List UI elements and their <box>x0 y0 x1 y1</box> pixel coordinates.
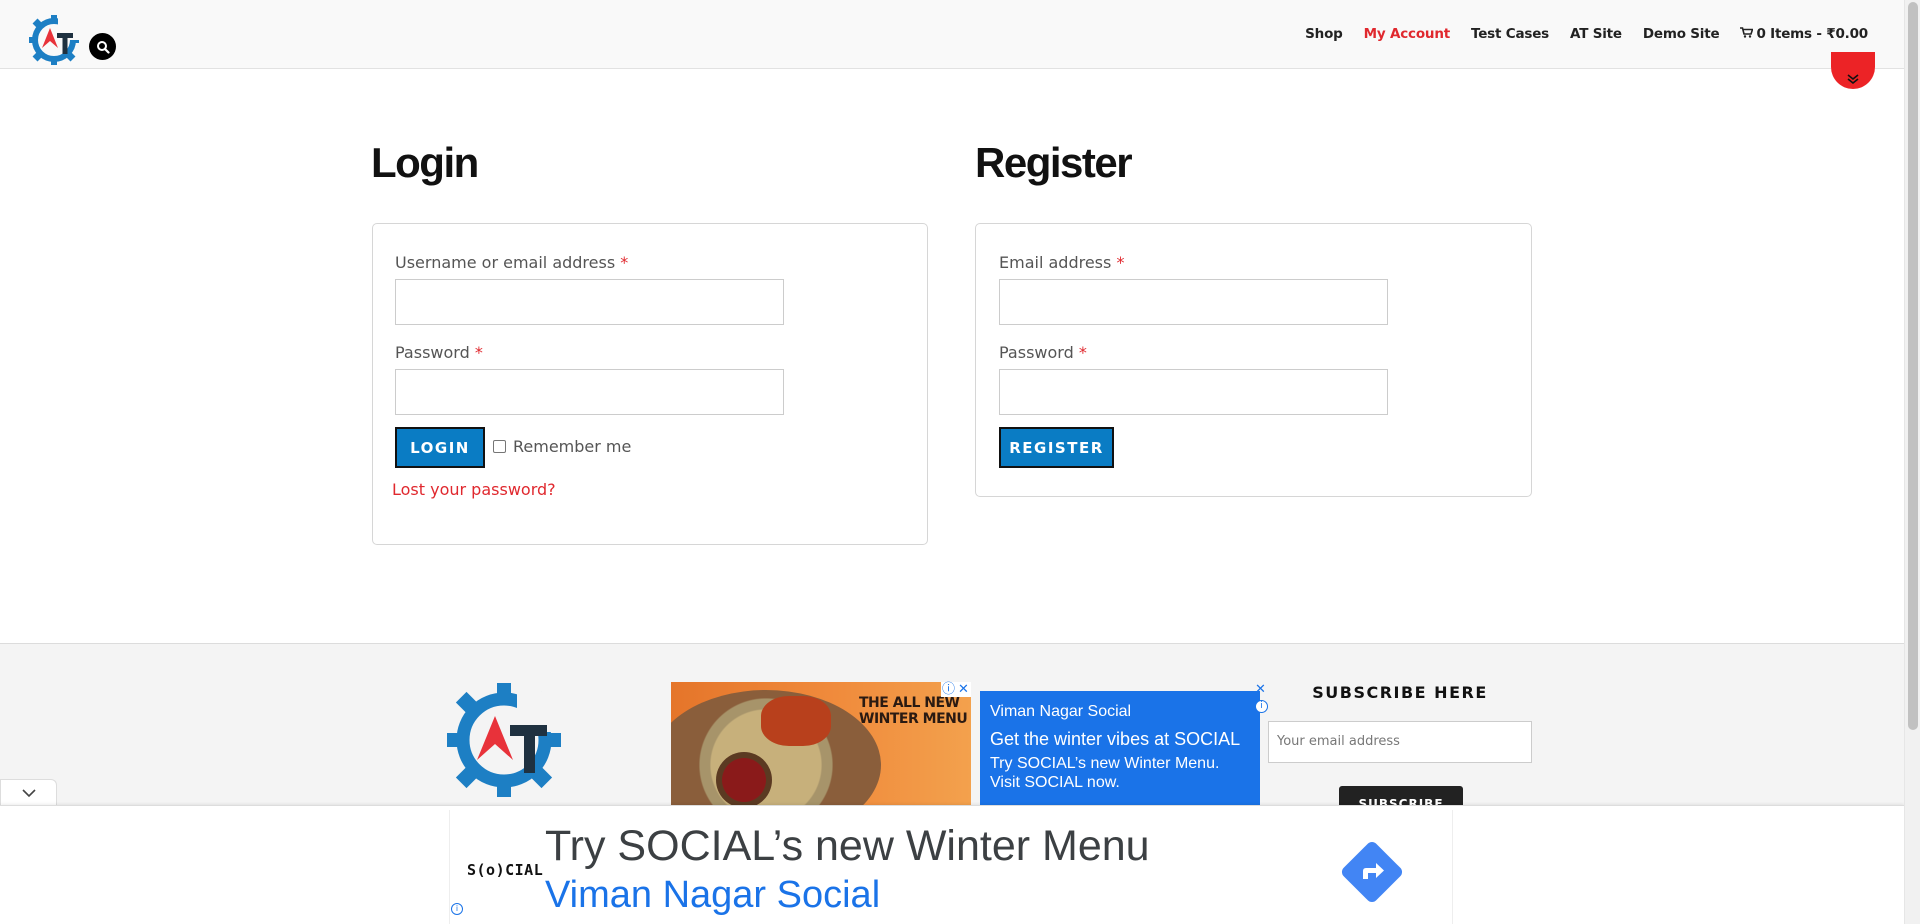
sticky-ad-subtitle[interactable]: Viman Nagar Social <box>545 874 880 917</box>
subscribe-email-input[interactable]: Your email address <box>1268 721 1532 763</box>
register-email-label: Email address * <box>999 253 1125 272</box>
required-mark: * <box>474 343 483 362</box>
food-ad-banner[interactable]: THE ALL NEW WINTER MENU <box>671 682 971 807</box>
directions-icon <box>1363 863 1384 879</box>
login-username-label: Username or email address * <box>395 253 629 272</box>
ad-close-icon[interactable]: ✕ <box>1253 682 1268 697</box>
login-title: Login <box>371 139 479 186</box>
nav-demo-site[interactable]: Demo Site <box>1643 26 1720 42</box>
required-mark: * <box>1116 253 1125 272</box>
nav-my-account[interactable]: My Account <box>1364 26 1451 42</box>
login-password-input[interactable] <box>395 369 784 415</box>
footer-logo <box>447 683 562 797</box>
register-title: Register <box>975 139 1133 186</box>
social-brand-logo: S(o)CIAL <box>467 861 544 879</box>
site-logo[interactable] <box>28 14 80 66</box>
lost-password-link[interactable]: Lost your password? <box>392 480 556 499</box>
sticky-ad-toggle[interactable] <box>0 779 57 806</box>
ad-info-icon[interactable]: i <box>1255 700 1268 713</box>
scrollbar-thumb[interactable] <box>1908 2 1918 730</box>
sticky-ad-headline[interactable]: Try SOCIAL’s new Winter Menu <box>545 822 1150 871</box>
main-nav: Shop My Account Test Cases AT Site Demo … <box>1305 26 1868 42</box>
food-bowl-image <box>716 752 772 807</box>
social-text-ad[interactable]: Viman Nagar Social Get the winter vibes … <box>980 691 1260 807</box>
cart-label: 0 Items - ₹0.00 <box>1756 26 1868 42</box>
directions-button[interactable] <box>1339 839 1405 905</box>
ad-advertiser: Viman Nagar Social <box>990 703 1132 720</box>
required-mark: * <box>1078 343 1087 362</box>
login-button[interactable]: LOGIN <box>395 427 485 468</box>
nav-test-cases[interactable]: Test Cases <box>1471 26 1549 42</box>
register-password-label: Password * <box>999 343 1087 362</box>
food-item-image <box>761 696 831 746</box>
search-button[interactable] <box>89 33 116 60</box>
ad-close-icon[interactable]: ✕ <box>956 682 971 697</box>
required-mark: * <box>620 253 629 272</box>
login-password-label: Password * <box>395 343 483 362</box>
nav-cart[interactable]: 0 Items - ₹0.00 <box>1740 26 1868 42</box>
page-scrollbar[interactable] <box>1904 0 1920 924</box>
ad-title: Get the winter vibes at SOCIAL <box>990 729 1241 749</box>
nav-at-site[interactable]: AT Site <box>1570 26 1622 42</box>
site-header: Shop My Account Test Cases AT Site Demo … <box>0 0 1904 69</box>
remember-me-label[interactable]: Remember me <box>513 437 631 456</box>
nav-shop[interactable]: Shop <box>1305 26 1343 42</box>
register-email-input[interactable] <box>999 279 1388 325</box>
register-password-input[interactable] <box>999 369 1388 415</box>
ad-info-icon[interactable]: i <box>451 903 463 915</box>
cart-icon <box>1740 27 1754 38</box>
ad-info-icon[interactable]: ⓘ <box>941 682 956 697</box>
register-button[interactable]: REGISTER <box>999 427 1114 468</box>
ad-description: Try SOCIAL’s new Winter Menu. Visit SOCI… <box>990 755 1220 791</box>
remember-me-checkbox[interactable] <box>493 440 506 453</box>
page: Shop My Account Test Cases AT Site Demo … <box>0 0 1920 924</box>
double-chevron-down-icon <box>1847 74 1859 85</box>
search-icon <box>96 40 110 54</box>
chevron-down-icon <box>21 788 36 797</box>
subscribe-title: SUBSCRIBE HERE <box>1312 683 1488 702</box>
food-ad-text: THE ALL NEW WINTER MENU <box>859 695 968 727</box>
login-username-input[interactable] <box>395 279 784 325</box>
scroll-down-button[interactable] <box>1831 52 1875 89</box>
